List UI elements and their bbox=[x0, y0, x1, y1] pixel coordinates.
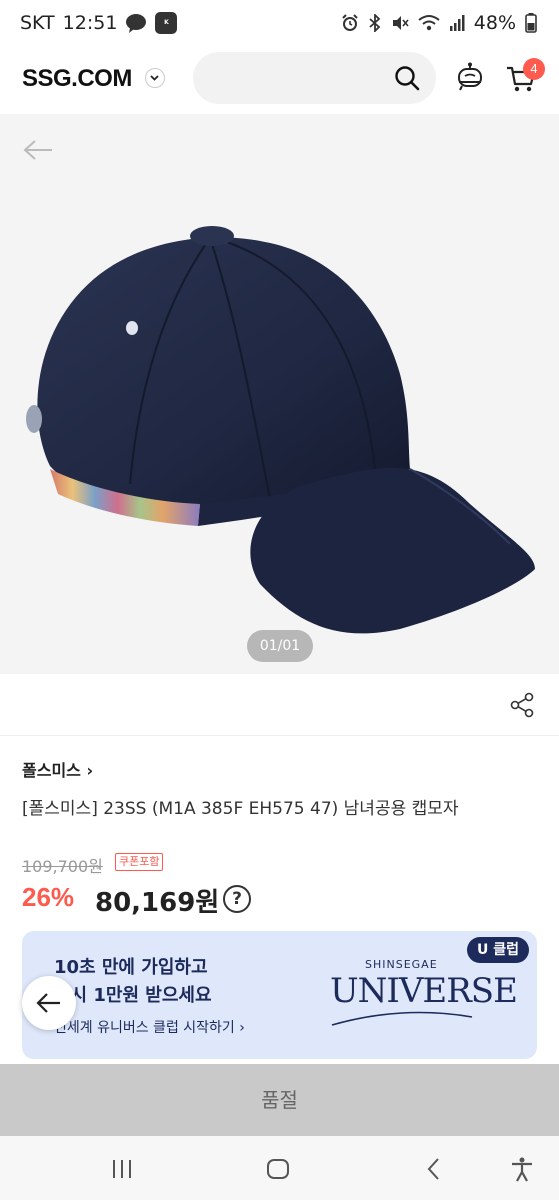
nav-back-icon[interactable] bbox=[421, 1156, 447, 1182]
signal-icon bbox=[449, 15, 465, 31]
image-page-indicator: 01/01 bbox=[247, 630, 313, 662]
coupon-badge: 쿠폰포함 bbox=[115, 853, 164, 871]
discount-rate: 26% bbox=[22, 882, 75, 912]
logo-dropdown[interactable] bbox=[145, 68, 165, 88]
original-price: 109,700원 bbox=[22, 857, 103, 876]
help-icon[interactable]: ? bbox=[223, 885, 251, 913]
universe-club-banner[interactable]: 10초 만에 가입하고 즉시 1만원 받으세요 신세계 유니버스 클럽 시작하기… bbox=[22, 931, 537, 1059]
wifi-icon bbox=[418, 15, 440, 31]
share-icon[interactable] bbox=[510, 692, 534, 718]
left-arrow-icon bbox=[36, 993, 60, 1013]
search-input[interactable] bbox=[193, 52, 436, 104]
banner-brand-small: SHINSEGAE bbox=[365, 958, 438, 971]
carrier-label: SKT bbox=[20, 12, 55, 34]
home-icon[interactable] bbox=[265, 1156, 291, 1182]
chevron-down-icon bbox=[150, 75, 159, 81]
soldout-button[interactable]: 품절 bbox=[0, 1064, 559, 1136]
time-label: 12:51 bbox=[62, 12, 118, 34]
battery-icon bbox=[525, 13, 537, 33]
alarm-icon bbox=[342, 14, 358, 31]
floating-back-button[interactable] bbox=[22, 976, 76, 1030]
recent-apps-icon[interactable] bbox=[109, 1156, 135, 1182]
bot-icon[interactable] bbox=[456, 62, 484, 92]
battery-label: 48% bbox=[473, 12, 516, 34]
share-row bbox=[0, 674, 559, 736]
banner-start-link[interactable]: 신세계 유니버스 클럽 시작하기 › bbox=[54, 1017, 245, 1037]
accessibility-icon[interactable] bbox=[509, 1156, 535, 1182]
brand-link[interactable]: 폴스미스 › bbox=[22, 757, 93, 781]
logo[interactable]: SSG.COM bbox=[22, 65, 132, 93]
sale-price: 80,169원 bbox=[95, 888, 220, 918]
system-nav-bar bbox=[0, 1136, 559, 1200]
search-icon[interactable] bbox=[394, 65, 420, 91]
kbank-icon: K bbox=[155, 12, 178, 34]
banner-headline-1: 10초 만에 가입하고 bbox=[54, 957, 208, 978]
product-name: [폴스미스] 23SS (M1A 385F EH575 47) 남녀공용 캡모자 bbox=[22, 799, 459, 819]
back-arrow-icon[interactable] bbox=[22, 138, 54, 162]
banner-headline-2: 즉시 1만원 받으세요 bbox=[54, 985, 212, 1006]
talk-icon bbox=[126, 14, 147, 33]
product-image[interactable]: 01/01 bbox=[0, 114, 559, 674]
status-left: SKT 12:51 K bbox=[20, 12, 178, 34]
cart-count-badge: 4 bbox=[523, 58, 545, 80]
header: SSG.COM 4 bbox=[0, 50, 559, 114]
mute-icon bbox=[392, 16, 409, 30]
cap-image bbox=[26, 226, 536, 634]
u-club-badge: U 클럽 bbox=[466, 937, 529, 963]
universe-swoosh-icon bbox=[331, 1011, 473, 1026]
status-right: 48% bbox=[341, 12, 537, 34]
status-bar: SKT 12:51 K 48% bbox=[0, 0, 559, 50]
bluetooth-icon bbox=[369, 14, 381, 32]
